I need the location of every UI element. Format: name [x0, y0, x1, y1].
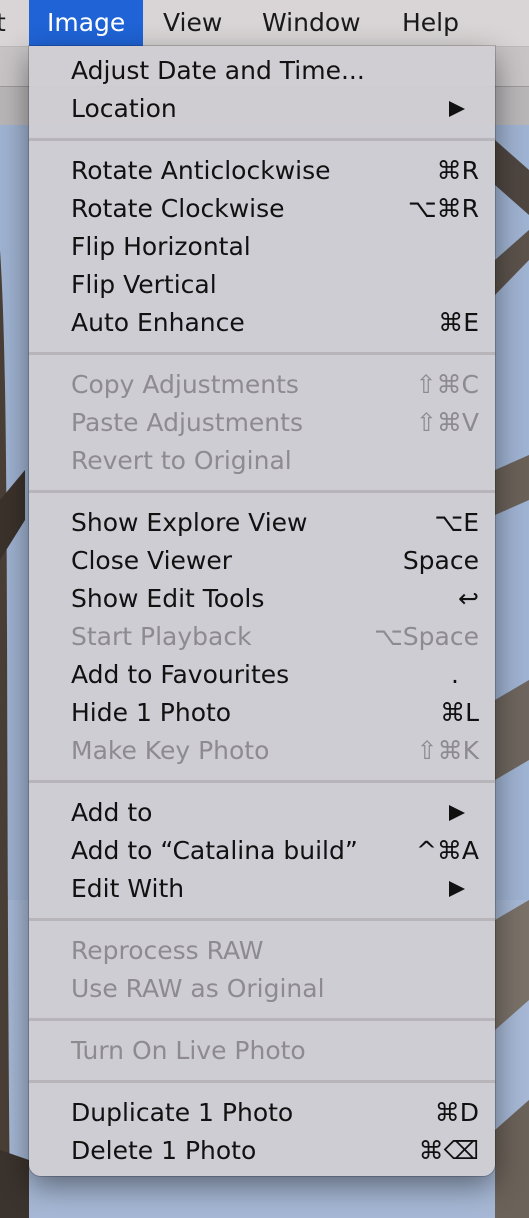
menu-item-rotate-clockwise[interactable]: Rotate Clockwise ⌥⌘R: [29, 190, 495, 228]
menu-item-label: Close Viewer: [71, 546, 233, 575]
menu-separator: [29, 490, 495, 493]
menu-item-label: Delete 1 Photo: [71, 1136, 257, 1165]
menu-item-label: Adjust Date and Time...: [71, 56, 365, 85]
menu-item-make-key-photo[interactable]: Make Key Photo ⇧⌘K: [29, 732, 495, 770]
menu-item-duplicate-photo[interactable]: Duplicate 1 Photo ⌘D: [29, 1094, 495, 1132]
menu-item-shortcut: ⇧⌘K: [416, 736, 479, 765]
menu-item-show-edit-tools[interactable]: Show Edit Tools ↩: [29, 580, 495, 618]
menubar-item-view[interactable]: View: [163, 0, 222, 46]
menu-item-label: Flip Vertical: [71, 270, 217, 299]
menu-item-label: Rotate Anticlockwise: [71, 156, 331, 185]
menu-item-shortcut: ⌘D: [434, 1098, 479, 1127]
menu-separator: [29, 918, 495, 921]
submenu-arrow-icon: [449, 101, 465, 117]
menu-item-label: Edit With: [71, 874, 185, 903]
menu-item-paste-adjustments[interactable]: Paste Adjustments ⇧⌘V: [29, 404, 495, 442]
menu-item-label: Hide 1 Photo: [71, 698, 232, 727]
menu-item-label: Location: [71, 94, 177, 123]
menu-item-revert-to-original[interactable]: Revert to Original: [29, 442, 495, 480]
menu-item-flip-horizontal[interactable]: Flip Horizontal: [29, 228, 495, 266]
menu-item-add-to[interactable]: Add to: [29, 794, 495, 832]
menu-item-show-explore-view[interactable]: Show Explore View ⌥E: [29, 504, 495, 542]
menu-item-shortcut: ⌘R: [436, 156, 479, 185]
menu-item-rotate-anticlockwise[interactable]: Rotate Anticlockwise ⌘R: [29, 152, 495, 190]
menu-item-label: Use RAW as Original: [71, 974, 325, 1003]
menu-item-adjust-date-time[interactable]: Adjust Date and Time...: [29, 52, 495, 90]
menu-item-shortcut: ⇧⌘V: [415, 408, 479, 437]
menu-item-shortcut: ⌥E: [434, 508, 479, 537]
menu-item-label: Copy Adjustments: [71, 370, 299, 399]
menu-item-close-viewer[interactable]: Close Viewer Space: [29, 542, 495, 580]
menu-item-label: Show Edit Tools: [71, 584, 265, 613]
menu-item-label: Reprocess RAW: [71, 936, 264, 965]
menu-item-shortcut: ⌥⌘R: [407, 194, 479, 223]
menu-item-label: Flip Horizontal: [71, 232, 251, 261]
menu-item-start-playback[interactable]: Start Playback ⌥Space: [29, 618, 495, 656]
menu-item-add-to-catalina-build[interactable]: Add to “Catalina build” ^⌘A: [29, 832, 495, 870]
menu-item-copy-adjustments[interactable]: Copy Adjustments ⇧⌘C: [29, 366, 495, 404]
menu-item-label: Add to: [71, 798, 153, 827]
menu-item-shortcut: Space: [402, 546, 479, 575]
menu-item-label: Turn On Live Photo: [71, 1036, 306, 1065]
menu-separator: [29, 1018, 495, 1021]
menu-item-shortcut: ⌘E: [438, 308, 479, 337]
submenu-arrow-icon: [449, 881, 465, 897]
menu-item-label: Show Explore View: [71, 508, 308, 537]
menu-item-label: Paste Adjustments: [71, 408, 303, 437]
menu-item-label: Make Key Photo: [71, 736, 270, 765]
menu-item-add-to-favourites[interactable]: Add to Favourites .: [29, 656, 495, 694]
menu-item-label: Start Playback: [71, 622, 252, 651]
menu-bar: t Image View Window Help: [0, 0, 529, 47]
menu-item-shortcut: .: [451, 660, 459, 689]
menubar-item-help[interactable]: Help: [402, 0, 459, 46]
menu-item-shortcut: ⌥Space: [374, 622, 479, 651]
menubar-item-partial[interactable]: t: [0, 0, 6, 46]
menu-item-label: Add to “Catalina build”: [71, 836, 358, 865]
menu-item-shortcut: ⇧⌘C: [415, 370, 479, 399]
menu-item-turn-on-live-photo[interactable]: Turn On Live Photo: [29, 1032, 495, 1070]
menu-item-label: Duplicate 1 Photo: [71, 1098, 294, 1127]
image-menu-dropdown: Adjust Date and Time... Location Rotate …: [29, 46, 495, 1176]
menu-separator: [29, 780, 495, 783]
menu-item-location[interactable]: Location: [29, 90, 495, 128]
menu-separator: [29, 1080, 495, 1083]
menu-item-edit-with[interactable]: Edit With: [29, 870, 495, 908]
menu-item-shortcut: ⌘L: [440, 698, 479, 727]
return-key-icon: ↩: [458, 584, 479, 613]
menu-item-label: Rotate Clockwise: [71, 194, 285, 223]
menu-item-use-raw-as-original[interactable]: Use RAW as Original: [29, 970, 495, 1008]
menu-item-reprocess-raw[interactable]: Reprocess RAW: [29, 932, 495, 970]
menu-item-delete-photo[interactable]: Delete 1 Photo ⌘⌫: [29, 1132, 495, 1170]
menu-item-label: Auto Enhance: [71, 308, 245, 337]
menu-item-flip-vertical[interactable]: Flip Vertical: [29, 266, 495, 304]
menubar-item-image[interactable]: Image: [29, 0, 144, 46]
submenu-arrow-icon: [449, 805, 465, 821]
menu-item-shortcut: ⌘⌫: [418, 1136, 479, 1165]
menu-item-label: Add to Favourites: [71, 660, 290, 689]
menu-item-shortcut: ^⌘A: [415, 836, 479, 865]
menu-item-label: Revert to Original: [71, 446, 292, 475]
menubar-item-window[interactable]: Window: [262, 0, 361, 46]
menu-item-hide-photo[interactable]: Hide 1 Photo ⌘L: [29, 694, 495, 732]
menu-separator: [29, 352, 495, 355]
menu-item-auto-enhance[interactable]: Auto Enhance ⌘E: [29, 304, 495, 342]
menu-separator: [29, 138, 495, 141]
